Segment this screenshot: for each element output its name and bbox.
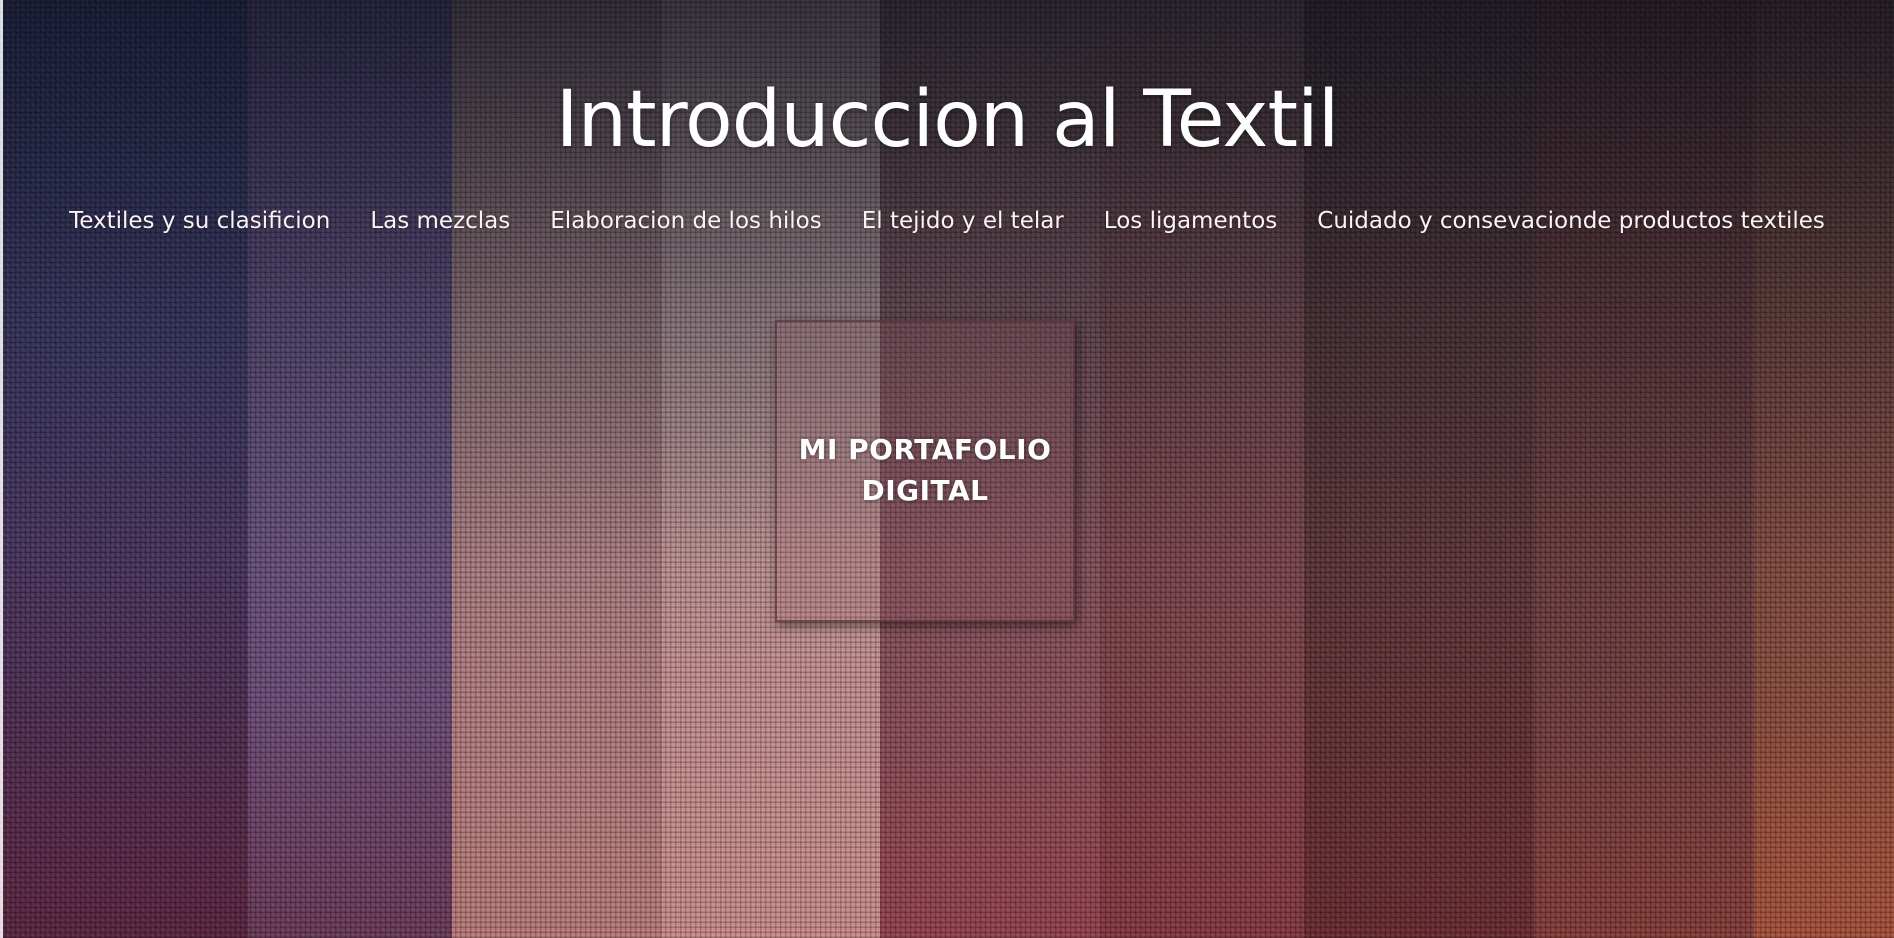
- page: Introduccion al Textil Textiles y su cla…: [0, 0, 1894, 938]
- nav-item: El tejido y el telar: [862, 208, 1064, 234]
- main-nav: Textiles y su clasificion Las mezclas El…: [0, 208, 1894, 234]
- nav-link-tejido[interactable]: El tejido y el telar: [862, 208, 1064, 234]
- header: Introduccion al Textil Textiles y su cla…: [0, 0, 1894, 938]
- nav-link-hilos[interactable]: Elaboracion de los hilos: [550, 208, 821, 234]
- portfolio-button-label: MI PORTAFOLIO DIGITAL: [798, 433, 1052, 507]
- nav-item: Cuidado y consevacionde productos textil…: [1317, 208, 1825, 234]
- nav-item: Textiles y su clasificion: [69, 208, 330, 234]
- nav-link-ligamentos[interactable]: Los ligamentos: [1104, 208, 1277, 234]
- site-title: Introduccion al Textil: [555, 75, 1340, 165]
- nav-link-cuidado[interactable]: Cuidado y consevacionde productos textil…: [1317, 208, 1825, 234]
- portfolio-button[interactable]: MI PORTAFOLIO DIGITAL: [775, 320, 1075, 622]
- nav-item: Elaboracion de los hilos: [550, 208, 821, 234]
- nav-item: Las mezclas: [370, 208, 510, 234]
- nav-link-mezclas[interactable]: Las mezclas: [370, 208, 510, 234]
- nav-link-textiles[interactable]: Textiles y su clasificion: [69, 208, 330, 234]
- nav-item: Los ligamentos: [1104, 208, 1277, 234]
